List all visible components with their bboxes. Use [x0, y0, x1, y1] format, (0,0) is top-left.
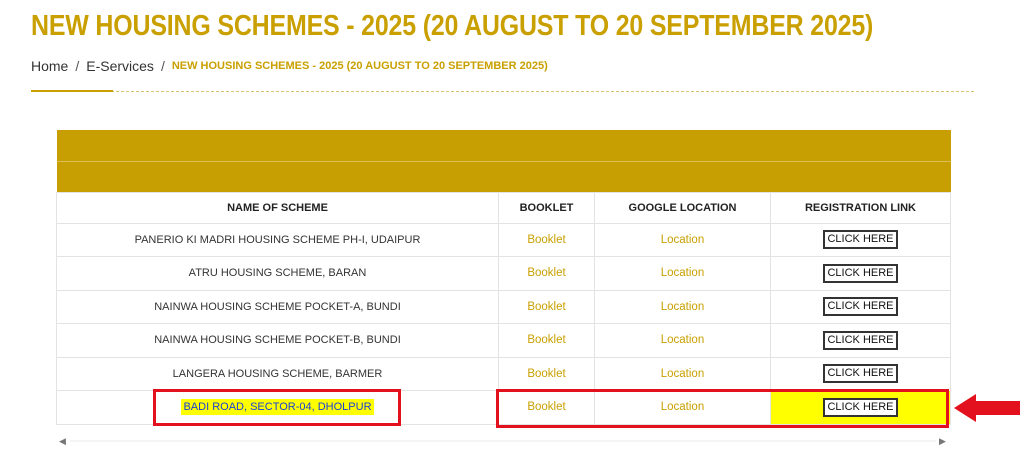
title-divider-accent: [31, 90, 113, 92]
location-link[interactable]: Location: [594, 256, 771, 291]
table-header-band: [56, 160, 951, 192]
scroll-left-icon[interactable]: ◀: [59, 436, 66, 447]
band-cell: [56, 130, 951, 161]
header-registration: REGISTRATION LINK: [770, 191, 951, 224]
booklet-link[interactable]: Booklet: [498, 356, 595, 391]
click-here-button[interactable]: CLICK HERE: [823, 364, 898, 384]
scheme-name: ATRU HOUSING SCHEME, BARAN: [56, 256, 499, 291]
header-booklet: BOOKLET: [498, 191, 595, 224]
registration-cell: CLICK HERE: [770, 256, 951, 291]
page-title: NEW HOUSING SCHEMES - 2025 (20 AUGUST TO…: [31, 10, 874, 42]
breadcrumb-eservices-link[interactable]: E-Services: [86, 58, 154, 74]
booklet-link[interactable]: Booklet: [498, 289, 595, 324]
title-divider: [31, 91, 974, 92]
booklet-link[interactable]: Booklet: [498, 323, 595, 358]
header-scheme: NAME OF SCHEME: [56, 191, 499, 224]
table-row: LANGERA HOUSING SCHEME, BARMER Booklet L…: [56, 356, 951, 391]
scheme-name: LANGERA HOUSING SCHEME, BARMER: [56, 356, 499, 391]
scroll-right-icon[interactable]: ▶: [939, 436, 946, 447]
annotation-box-scheme: [153, 389, 401, 426]
registration-cell: CLICK HERE: [770, 356, 951, 391]
registration-cell: CLICK HERE: [770, 222, 951, 257]
schemes-table: NAME OF SCHEME BOOKLET GOOGLE LOCATION R…: [56, 130, 951, 425]
schemes-table-container: NAME OF SCHEME BOOKLET GOOGLE LOCATION R…: [56, 130, 951, 425]
table-row: ATRU HOUSING SCHEME, BARAN Booklet Locat…: [56, 256, 951, 291]
table-row: NAINWA HOUSING SCHEME POCKET-B, BUNDI Bo…: [56, 323, 951, 358]
booklet-link[interactable]: Booklet: [498, 256, 595, 291]
breadcrumb-separator: /: [75, 58, 80, 74]
table-header-band: [56, 130, 951, 161]
breadcrumb: Home / E-Services / NEW HOUSING SCHEMES …: [31, 58, 548, 74]
scheme-name: PANERIO KI MADRI HOUSING SCHEME PH-I, UD…: [56, 222, 499, 257]
location-link[interactable]: Location: [594, 289, 771, 324]
registration-cell: CLICK HERE: [770, 323, 951, 358]
table-header-row: NAME OF SCHEME BOOKLET GOOGLE LOCATION R…: [56, 191, 951, 224]
click-here-button[interactable]: CLICK HERE: [823, 230, 898, 250]
location-link[interactable]: Location: [594, 222, 771, 257]
scheme-name: NAINWA HOUSING SCHEME POCKET-B, BUNDI: [56, 323, 499, 358]
table-row: PANERIO KI MADRI HOUSING SCHEME PH-I, UD…: [56, 222, 951, 257]
band-cell: [56, 160, 951, 192]
click-here-button[interactable]: CLICK HERE: [823, 297, 898, 317]
location-link[interactable]: Location: [594, 323, 771, 358]
annotation-box-links: [496, 389, 949, 428]
header-location: GOOGLE LOCATION: [594, 191, 771, 224]
booklet-link[interactable]: Booklet: [498, 222, 595, 257]
registration-cell: CLICK HERE: [770, 289, 951, 324]
breadcrumb-separator: /: [160, 58, 165, 74]
breadcrumb-home-link[interactable]: Home: [31, 58, 68, 74]
breadcrumb-current: NEW HOUSING SCHEMES - 2025 (20 AUGUST TO…: [171, 60, 548, 72]
click-here-button[interactable]: CLICK HERE: [823, 330, 898, 350]
scheme-name: NAINWA HOUSING SCHEME POCKET-A, BUNDI: [56, 289, 499, 324]
click-here-button[interactable]: CLICK HERE: [823, 263, 898, 283]
horizontal-scrollbar[interactable]: [70, 440, 936, 442]
location-link[interactable]: Location: [594, 356, 771, 391]
table-row: NAINWA HOUSING SCHEME POCKET-A, BUNDI Bo…: [56, 289, 951, 324]
red-arrow-left-icon: [954, 394, 1020, 422]
